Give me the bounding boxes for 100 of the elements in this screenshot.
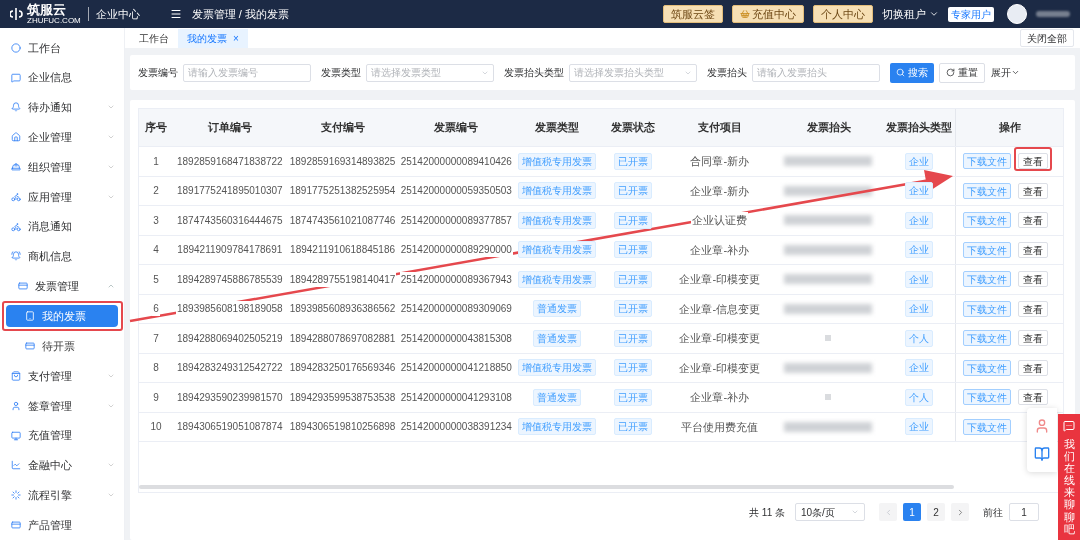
page-tab[interactable]: 工作台 xyxy=(130,29,178,48)
sidebar-item[interactable]: 组织管理 xyxy=(0,152,124,182)
table-cell: 企业章-新办 xyxy=(689,182,751,199)
header-type-tag: 企业 xyxy=(905,182,934,200)
reset-button[interactable]: 重置 xyxy=(939,62,985,83)
table-cell: 平台使用费充值 xyxy=(680,418,760,435)
chevron-down-icon xyxy=(1011,68,1020,77)
sidebar-item[interactable]: 金融中心 xyxy=(0,450,124,481)
menu-item-icon xyxy=(11,42,21,53)
chevron-down-icon xyxy=(929,9,939,19)
sidebar-item[interactable]: 充值管理 xyxy=(0,420,124,451)
breadcrumb: 发票管理 / 我的发票 xyxy=(191,6,289,22)
page-button[interactable]: 2 xyxy=(927,503,945,521)
view-button[interactable]: 查看 xyxy=(1018,300,1049,317)
header-button[interactable]: 筑服云签 xyxy=(663,5,723,23)
table-cell: 企业章-印模变更 xyxy=(678,359,762,376)
status-tag: 已开票 xyxy=(613,241,652,259)
user-badge: 专家用户 xyxy=(948,6,994,22)
table-cell: 企业章-信息变更 xyxy=(678,300,762,317)
column-header: 发票类型 xyxy=(534,120,581,136)
chevron-down-icon xyxy=(851,508,859,516)
table-cell: 1894289755198140417 xyxy=(288,271,397,287)
view-button[interactable]: 查看 xyxy=(1018,153,1049,170)
header-button[interactable]: 个人中心 xyxy=(813,5,873,23)
tenant-switch[interactable]: 切换租户 xyxy=(882,5,939,23)
sidebar-item[interactable]: 支付管理 xyxy=(0,361,124,391)
sidebar-subitem[interactable]: 我的发票 xyxy=(6,305,118,328)
close-all-button[interactable]: 关闭全部 xyxy=(1020,29,1074,47)
table-cell: 企业章-补办 xyxy=(689,241,751,258)
view-button[interactable]: 查看 xyxy=(1018,359,1049,376)
sidebar-subitem[interactable]: 待开票 xyxy=(6,335,118,358)
view-button[interactable]: 查看 xyxy=(1018,241,1049,258)
menu-item-icon xyxy=(11,132,21,143)
status-tag: 已开票 xyxy=(613,300,652,318)
header-type-tag: 企业 xyxy=(905,359,934,377)
book-icon[interactable] xyxy=(1034,446,1050,462)
column-header: 发票状态 xyxy=(609,120,656,136)
view-button[interactable]: 查看 xyxy=(1018,212,1049,229)
sidebar-item[interactable]: 工作台 xyxy=(0,33,124,63)
sidebar-item[interactable]: 商机信息 xyxy=(0,241,124,272)
invoice-type-tag: 增值税专用发票 xyxy=(518,270,597,288)
sidebar-item[interactable]: 企业管理 xyxy=(0,122,124,153)
chat-icon[interactable] xyxy=(1063,420,1075,432)
invoice-type-tag: 增值税专用发票 xyxy=(518,211,597,229)
menu-item-icon xyxy=(18,281,28,292)
invoice-type-tag: 增值税专用发票 xyxy=(518,418,597,436)
expand-toggle[interactable]: 展开 xyxy=(991,65,1020,80)
table-cell: 合同章-新办 xyxy=(689,153,751,170)
invoice-type-tag: 普通发票 xyxy=(533,388,582,406)
total-count: 共 11 条 xyxy=(749,505,785,520)
status-tag: 已开票 xyxy=(613,418,652,436)
page-size-select[interactable]: 10条/页 xyxy=(795,503,865,521)
header-type-tag: 企业 xyxy=(905,152,934,170)
header-type-tag: 个人 xyxy=(905,329,934,347)
search-icon xyxy=(896,68,905,77)
menu-icon[interactable] xyxy=(169,8,182,20)
money-bag-icon xyxy=(740,9,750,19)
page-tab[interactable]: 我的发票 × xyxy=(178,29,248,48)
refresh-icon xyxy=(946,68,955,77)
table-cell: 6 xyxy=(152,301,160,317)
menu-item-icon xyxy=(11,371,21,382)
invoice-type-tag: 增值税专用发票 xyxy=(518,152,597,170)
invoice-type-tag: 普通发票 xyxy=(533,329,582,347)
status-tag: 已开票 xyxy=(613,388,652,406)
menu-item-icon xyxy=(11,102,21,113)
status-tag: 已开票 xyxy=(613,270,652,288)
table-cell: 企业章-补办 xyxy=(689,389,751,406)
sidebar-item[interactable]: 流程引擎 xyxy=(0,480,124,511)
sidebar-item[interactable]: 签章管理 xyxy=(0,390,124,421)
tab-close[interactable]: × xyxy=(233,31,239,46)
column-header: 操作 xyxy=(955,109,1063,146)
menu-item-icon xyxy=(11,72,21,83)
view-button[interactable]: 查看 xyxy=(1018,330,1049,347)
menu-item-icon xyxy=(11,490,21,501)
invoice-type-tag: 增值税专用发票 xyxy=(518,359,597,377)
status-tag: 已开票 xyxy=(613,182,652,200)
view-button[interactable]: 查看 xyxy=(1018,182,1049,199)
menu-item-icon xyxy=(11,400,21,411)
sidebar-item[interactable]: 企业信息 xyxy=(0,62,124,93)
blurred-username xyxy=(1036,11,1070,17)
view-button[interactable]: 查看 xyxy=(1018,389,1049,406)
menu-item-icon xyxy=(11,191,21,202)
table-cell: 企业章-印模变更 xyxy=(678,271,762,288)
column-header: 支付项目 xyxy=(696,120,743,136)
brand-name: 筑服云 xyxy=(27,3,67,16)
view-button[interactable]: 查看 xyxy=(1018,271,1049,288)
sidebar-item[interactable]: 待办通知 xyxy=(0,92,124,123)
sidebar-item[interactable]: 发票管理 xyxy=(0,271,124,302)
goto-page-field[interactable]: 1 xyxy=(1009,503,1039,521)
sidebar-item[interactable]: 应用管理 xyxy=(0,182,124,212)
sidebar-item[interactable]: 产品管理 xyxy=(0,510,124,540)
sidebar-item[interactable]: 消息通知 xyxy=(0,211,124,242)
logo-icon xyxy=(10,7,24,21)
avatar[interactable] xyxy=(1007,4,1027,24)
filter-label: 发票抬头类型 xyxy=(504,66,564,80)
column-header: 订单编号 xyxy=(206,120,253,136)
search-button[interactable]: 搜索 xyxy=(890,62,934,83)
page-button[interactable]: 1 xyxy=(903,503,921,521)
person-icon[interactable] xyxy=(1034,418,1050,434)
header-button[interactable]: 充值中心 xyxy=(732,5,804,23)
